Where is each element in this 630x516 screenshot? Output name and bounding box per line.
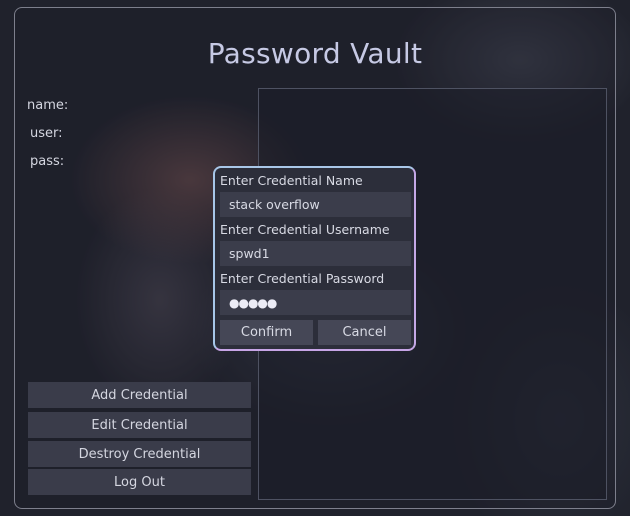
add-credential-button[interactable]: Add Credential (28, 382, 251, 408)
credential-name-label: Enter Credential Name (220, 173, 363, 188)
page-title: Password Vault (207, 37, 423, 70)
credential-username-input[interactable]: spwd1 (220, 241, 411, 266)
cancel-button[interactable]: Cancel (318, 320, 411, 345)
credential-dialog: Enter Credential Name stack overflow Ent… (213, 166, 416, 351)
credential-password-label: Enter Credential Password (220, 271, 385, 286)
credential-password-mask: ●●●●● (229, 295, 277, 310)
credential-name-input[interactable]: stack overflow (220, 192, 411, 217)
app-background: Password Vault name: user: pass: Add Cre… (0, 0, 630, 516)
confirm-button[interactable]: Confirm (220, 320, 313, 345)
name-label: name: (27, 98, 69, 113)
credential-username-label: Enter Credential Username (220, 222, 390, 237)
edit-credential-button[interactable]: Edit Credential (28, 412, 251, 438)
pass-label: pass: (30, 154, 65, 169)
credential-password-input[interactable]: ●●●●● (220, 290, 411, 315)
credential-username-value: spwd1 (229, 246, 270, 261)
credential-name-value: stack overflow (229, 197, 320, 212)
destroy-credential-button[interactable]: Destroy Credential (28, 441, 251, 467)
log-out-button[interactable]: Log Out (28, 469, 251, 495)
user-label: user: (30, 126, 63, 141)
